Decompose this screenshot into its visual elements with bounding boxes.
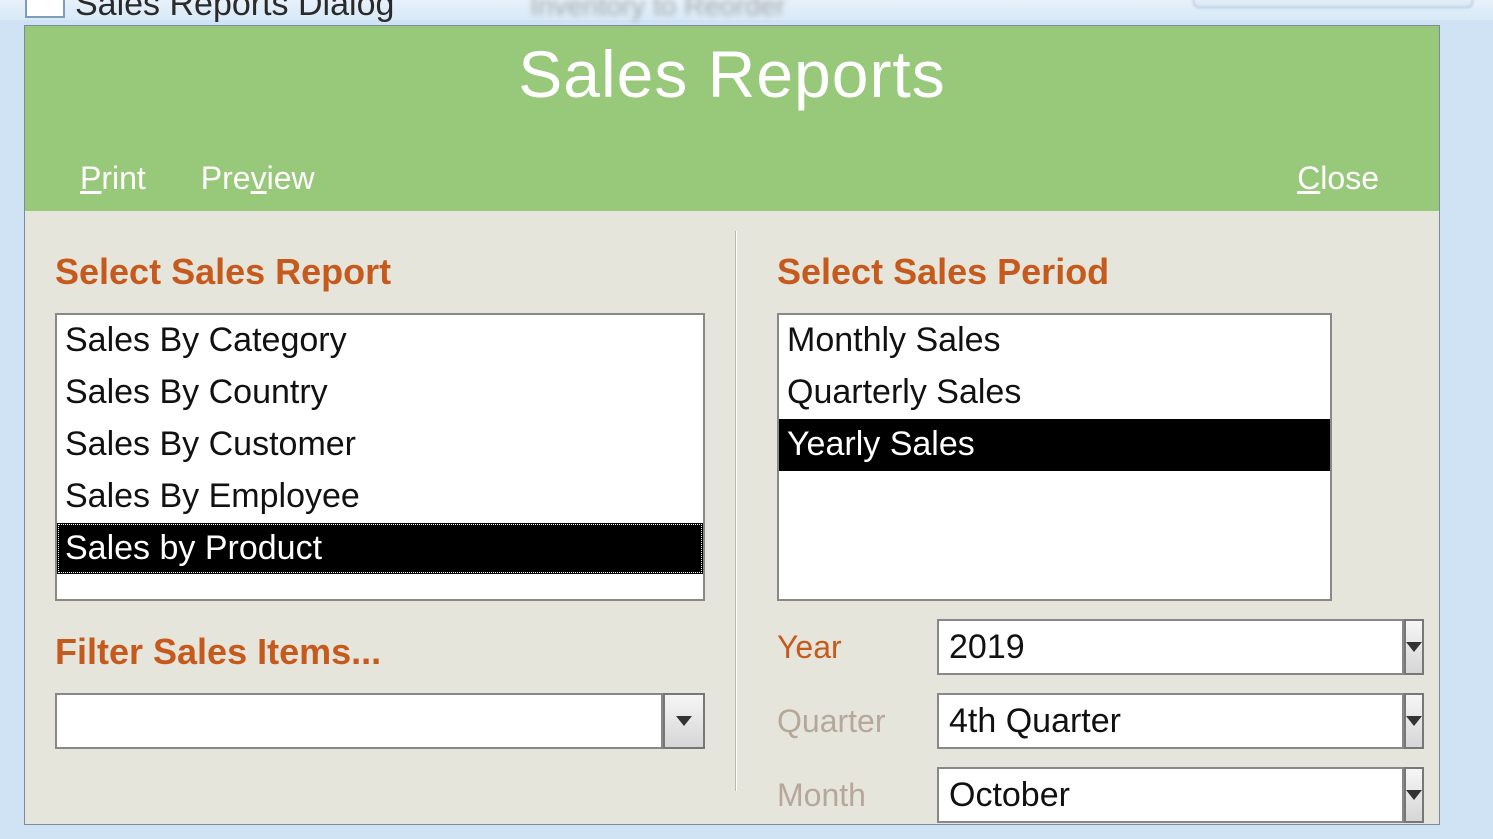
quarter-combobox[interactable] [937, 693, 1337, 749]
year-row: Year [777, 619, 1407, 675]
header-actions: Print Preview [80, 160, 315, 197]
year-combobox[interactable] [937, 619, 1337, 675]
chevron-down-icon [1406, 716, 1422, 726]
close-button[interactable]: Close [1297, 160, 1379, 197]
filter-dropdown-button[interactable] [663, 693, 705, 749]
select-report-label: Select Sales Report [55, 251, 705, 293]
period-item[interactable]: Yearly Sales [779, 419, 1330, 471]
close-mnemonic: C [1297, 160, 1320, 196]
quarter-dropdown-button[interactable] [1404, 693, 1424, 749]
filter-combobox[interactable] [55, 693, 705, 749]
print-button[interactable]: Print [80, 160, 146, 197]
left-pane: Select Sales Report Sales By CategorySal… [25, 211, 735, 824]
window-title: Sales Reports Dialog [75, 0, 394, 24]
report-item[interactable]: Sales by Product [57, 523, 703, 575]
filter-items-label: Filter Sales Items... [55, 631, 705, 673]
right-pane: Select Sales Period Monthly SalesQuarter… [737, 211, 1437, 824]
chevron-down-icon [676, 716, 692, 726]
quarter-row: Quarter [777, 693, 1407, 749]
year-input[interactable] [937, 619, 1404, 675]
report-item[interactable]: Sales By Category [57, 315, 703, 367]
dialog-header: Sales Reports Print Preview Close [25, 26, 1439, 211]
window-titlebar: Sales Reports Dialog Inventory to Reorde… [0, 0, 1493, 20]
page-title: Sales Reports [25, 26, 1439, 112]
chevron-down-icon [1406, 642, 1422, 652]
background-tab: Inventory to Reorder [530, 0, 785, 22]
chevron-down-icon [1406, 790, 1422, 800]
month-label: Month [777, 777, 937, 814]
year-label: Year [777, 629, 937, 666]
reports-listbox[interactable]: Sales By CategorySales By CountrySales B… [55, 313, 705, 601]
preview-button[interactable]: Preview [201, 160, 315, 197]
filter-input[interactable] [55, 693, 663, 749]
quarter-input[interactable] [937, 693, 1404, 749]
report-item[interactable]: Sales By Customer [57, 419, 703, 471]
window-icon [25, 0, 65, 18]
month-combobox[interactable] [937, 767, 1337, 823]
print-label-rest: rint [101, 160, 145, 196]
quarter-label: Quarter [777, 703, 937, 740]
month-row: Month [777, 767, 1407, 823]
periods-listbox[interactable]: Monthly SalesQuarterly SalesYearly Sales [777, 313, 1332, 601]
preview-mnemonic: v [251, 160, 267, 196]
dialog-body: Select Sales Report Sales By CategorySal… [25, 211, 1439, 824]
window-buttons[interactable] [1193, 0, 1473, 8]
dialog-frame: Sales Reports Print Preview Close Select… [24, 25, 1440, 825]
year-dropdown-button[interactable] [1404, 619, 1424, 675]
select-period-label: Select Sales Period [777, 251, 1407, 293]
report-item[interactable]: Sales By Country [57, 367, 703, 419]
report-item[interactable]: Sales By Employee [57, 471, 703, 523]
month-dropdown-button[interactable] [1404, 767, 1424, 823]
print-mnemonic: P [80, 160, 101, 196]
month-input[interactable] [937, 767, 1404, 823]
period-item[interactable]: Monthly Sales [779, 315, 1330, 367]
period-item[interactable]: Quarterly Sales [779, 367, 1330, 419]
